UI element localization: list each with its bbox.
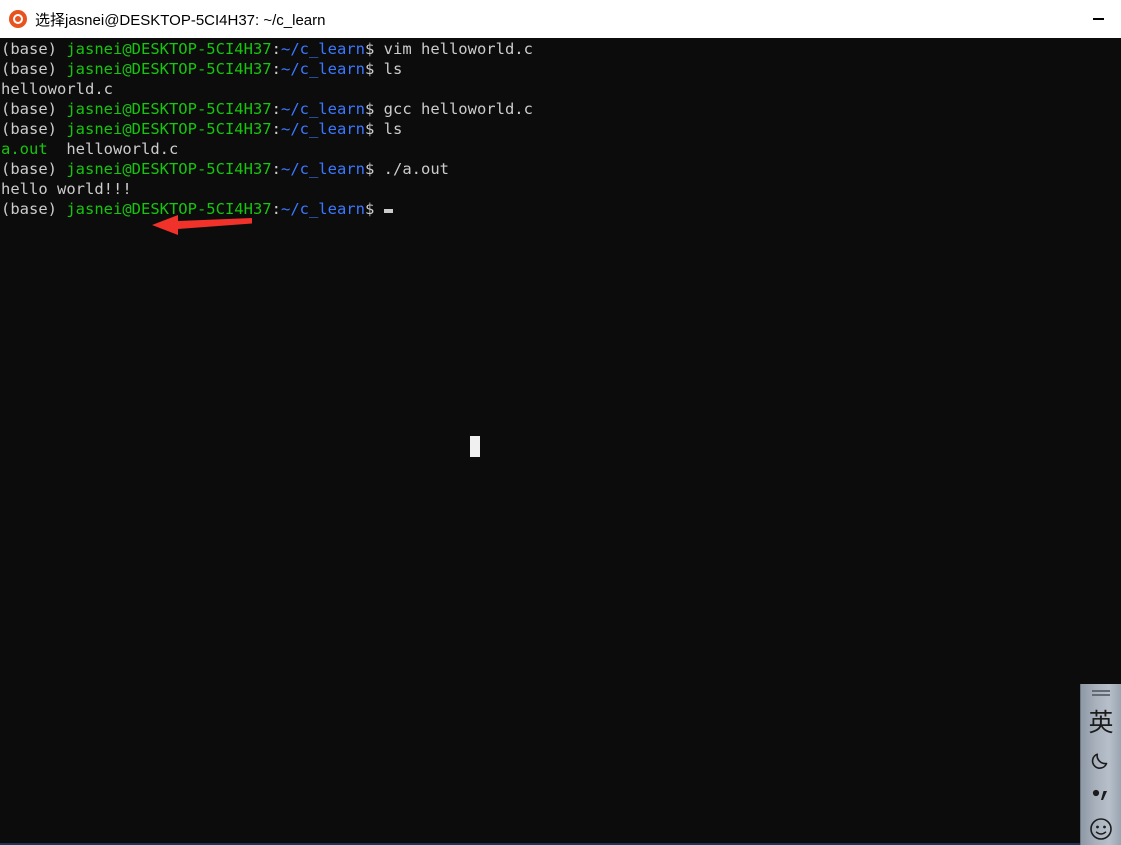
prompt-dollar: $ — [364, 200, 384, 218]
ls-entry-gap — [48, 140, 67, 158]
prompt-colon: : — [271, 160, 281, 178]
prompt-user-host: jasnei@DESKTOP-5CI4H37 — [66, 160, 272, 178]
prompt-dollar: $ — [364, 100, 384, 118]
terminal-output-line: hello world!!! — [1, 179, 533, 199]
emoji-mode-button[interactable] — [1081, 816, 1121, 845]
minimize-icon — [1092, 18, 1104, 20]
prompt-path: ~/c_learn — [280, 60, 365, 78]
prompt-colon: : — [271, 100, 281, 118]
terminal-command: ./a.out — [383, 160, 449, 178]
prompt-path: ~/c_learn — [280, 100, 365, 118]
title-bar-left: 选择jasnei@DESKTOP-5CI4H37: ~/c_learn — [0, 9, 1075, 30]
terminal-output: (base) jasnei@DESKTOP-5CI4H37:~/c_learn$… — [0, 38, 533, 219]
terminal-prompt-line: (base) jasnei@DESKTOP-5CI4H37:~/c_learn$… — [1, 99, 533, 119]
prompt-user-host: jasnei@DESKTOP-5CI4H37 — [66, 100, 272, 118]
punctuation-mode-button[interactable] — [1081, 778, 1121, 815]
drag-handle-icon[interactable] — [1092, 690, 1110, 697]
terminal-prompt-line: (base) jasnei@DESKTOP-5CI4H37:~/c_learn$… — [1, 39, 533, 59]
terminal-output-line: helloworld.c — [1, 79, 533, 99]
prompt-env: (base) — [1, 200, 67, 218]
language-mode-button[interactable]: 英 — [1081, 704, 1121, 741]
prompt-user-host: jasnei@DESKTOP-5CI4H37 — [66, 120, 272, 138]
prompt-env: (base) — [1, 100, 67, 118]
terminal-output-text: hello world!!! — [1, 180, 132, 198]
prompt-dollar: $ — [364, 40, 384, 58]
terminal-command: vim helloworld.c — [383, 40, 533, 58]
minimize-button[interactable] — [1075, 0, 1121, 38]
prompt-path: ~/c_learn — [280, 120, 365, 138]
language-mode-label: 英 — [1088, 708, 1114, 738]
smiley-icon — [1090, 817, 1112, 840]
prompt-user-host: jasnei@DESKTOP-5CI4H37 — [66, 60, 272, 78]
terminal-prompt-line: (base) jasnei@DESKTOP-5CI4H37:~/c_learn$… — [1, 159, 533, 179]
prompt-env: (base) — [1, 160, 67, 178]
terminal-command: ls — [383, 120, 403, 138]
prompt-colon: : — [271, 60, 281, 78]
window-title: 选择jasnei@DESKTOP-5CI4H37: ~/c_learn — [35, 11, 326, 29]
terminal-prompt-line: (base) jasnei@DESKTOP-5CI4H37:~/c_learn$… — [1, 59, 533, 79]
title-bar[interactable]: 选择jasnei@DESKTOP-5CI4H37: ~/c_learn — [0, 0, 1121, 39]
prompt-path: ~/c_learn — [280, 200, 365, 218]
terminal-output-text: helloworld.c — [1, 80, 113, 98]
ubuntu-logo-icon — [9, 10, 27, 28]
prompt-colon: : — [271, 40, 281, 58]
punctuation-icon — [1092, 789, 1107, 800]
night-mode-button[interactable] — [1081, 741, 1121, 778]
terminal-prompt-line: (base) jasnei@DESKTOP-5CI4H37:~/c_learn$ — [1, 199, 533, 219]
terminal-prompt-line: (base) jasnei@DESKTOP-5CI4H37:~/c_learn$… — [1, 119, 533, 139]
prompt-user-host: jasnei@DESKTOP-5CI4H37 — [66, 40, 272, 58]
prompt-colon: : — [271, 120, 281, 138]
prompt-path: ~/c_learn — [280, 160, 365, 178]
prompt-colon: : — [271, 200, 281, 218]
prompt-user-host: jasnei@DESKTOP-5CI4H37 — [66, 200, 272, 218]
terminal-window: 选择jasnei@DESKTOP-5CI4H37: ~/c_learn (bas… — [0, 0, 1121, 845]
terminal-command: gcc helloworld.c — [383, 100, 533, 118]
window-controls — [1075, 0, 1121, 38]
prompt-env: (base) — [1, 60, 67, 78]
prompt-env: (base) — [1, 40, 67, 58]
moon-icon — [1091, 753, 1108, 769]
prompt-env: (base) — [1, 120, 67, 138]
terminal-cursor — [383, 209, 393, 213]
prompt-path: ~/c_learn — [280, 40, 365, 58]
mouse-text-caret — [470, 436, 480, 457]
terminal-pane[interactable]: (base) jasnei@DESKTOP-5CI4H37:~/c_learn$… — [0, 38, 1121, 843]
prompt-dollar: $ — [364, 120, 384, 138]
terminal-ls-output-line: a.out helloworld.c — [1, 139, 533, 159]
terminal-command: ls — [383, 60, 403, 78]
ls-entry-executable: a.out — [1, 140, 48, 158]
ls-entry-file: helloworld.c — [66, 140, 179, 158]
ime-toolbar[interactable]: 英 — [1080, 684, 1121, 845]
prompt-dollar: $ — [364, 60, 384, 78]
prompt-dollar: $ — [364, 160, 384, 178]
